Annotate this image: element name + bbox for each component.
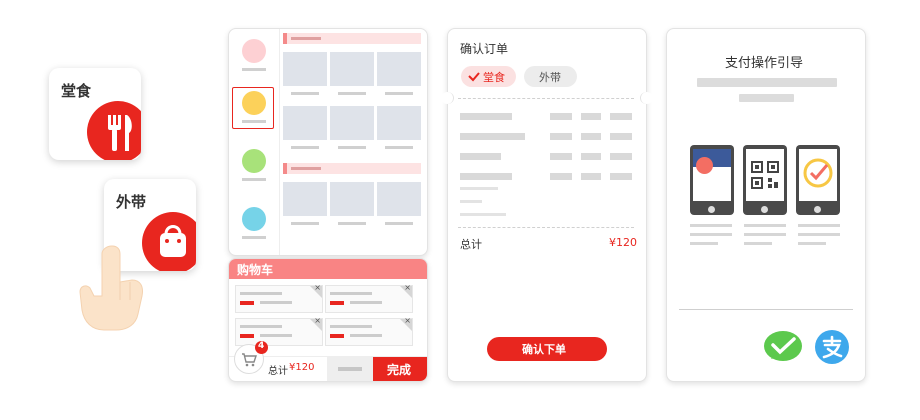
menu-item-image[interactable] [377,106,421,140]
menu-item-image[interactable] [377,52,421,86]
check-icon [803,158,833,188]
divider [458,98,634,99]
menu-item-image[interactable] [283,182,327,216]
cart-title: 购物车 [237,263,274,277]
tab-takeaway[interactable]: 外带 [524,66,577,87]
cart-item[interactable]: × [235,283,323,313]
menu-panel [228,28,428,256]
order-total-value: ¥120 [609,236,637,249]
fork-knife-icon [108,115,132,151]
takeaway-label: 外带 [116,193,147,211]
category-item[interactable] [235,37,273,77]
hand-pointer-icon [79,245,143,331]
submit-order-button[interactable]: 确认下单 [487,337,607,361]
remove-icon[interactable]: × [314,316,321,325]
order-title: 确认订单 [460,42,509,56]
cart-total-label: 总计 [268,366,288,377]
menu-item-image[interactable] [330,52,374,86]
qr-code-icon [751,161,779,189]
cart-item[interactable]: × [325,283,413,313]
dine-in-icon-circle [87,101,141,160]
alipay-icon [822,335,843,359]
menu-item-image[interactable] [283,106,327,140]
check-icon [468,72,480,82]
menu-section-header [283,163,421,174]
category-item[interactable] [235,147,273,187]
remove-icon[interactable]: × [314,283,321,292]
cart-item[interactable]: × [325,316,413,346]
phone-qr-illustration [743,145,787,215]
remove-icon[interactable]: × [404,316,411,325]
cart-secondary-button[interactable] [327,357,373,381]
order-total-label: 总计 [460,238,482,251]
phone-success-illustration [796,145,840,215]
divider [679,309,853,310]
menu-item-image[interactable] [377,182,421,216]
cart-badge: 4 [255,341,268,354]
cart-total-value: ¥120 [289,362,315,373]
payment-title: 支付操作引导 [725,56,804,71]
wechat-pay-icon [764,331,802,361]
wechat-pay-button[interactable] [763,329,803,365]
dine-in-option-card[interactable]: 堂食 [49,68,141,160]
category-sidebar [229,29,280,255]
menu-item-image[interactable] [330,106,374,140]
cart-header: 购物车 [229,259,427,279]
remove-icon[interactable]: × [404,283,411,292]
menu-section-header [283,33,421,44]
cart-item[interactable]: × [235,316,323,346]
done-button[interactable]: 完成 [373,357,427,381]
menu-item-image[interactable] [283,52,327,86]
done-button-label: 完成 [387,363,412,377]
alipay-button[interactable] [815,330,849,364]
phone-app-illustration [690,145,734,215]
payment-guide-panel: 支付操作引导 [666,28,866,382]
order-panel: 确认订单 堂食 外带 总计 ¥120 确认下单 [441,28,653,382]
category-item[interactable] [235,205,273,245]
ticket-notch-left [441,92,454,104]
dine-in-label: 堂食 [61,82,92,100]
divider [458,227,634,228]
category-item-selected[interactable] [232,87,274,129]
ticket-notch-right [640,92,653,104]
tab-dine-in[interactable]: 堂食 [461,66,516,87]
menu-item-image[interactable] [330,182,374,216]
